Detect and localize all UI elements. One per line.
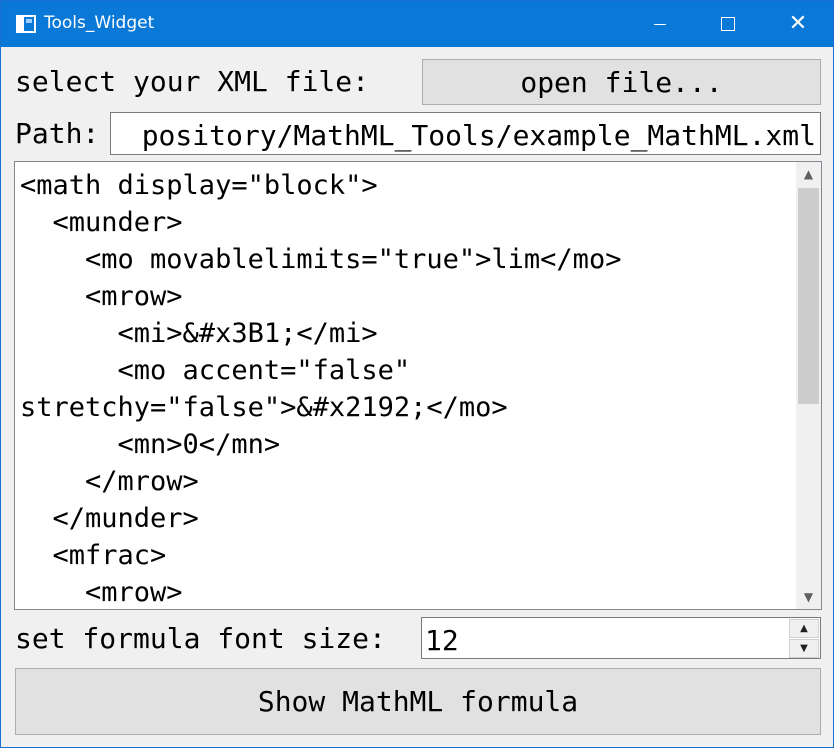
scroll-thumb[interactable]: [798, 188, 819, 404]
select-file-label: select your XML file:: [15, 65, 370, 98]
code-line: <mn>0</mn>: [20, 429, 281, 460]
xml-content[interactable]: <math display="block"> <munder> <mo mova…: [20, 167, 792, 609]
close-icon: ✕: [788, 11, 808, 36]
maximize-button[interactable]: [693, 1, 763, 47]
close-button[interactable]: ✕: [763, 1, 833, 47]
path-label: Path:: [15, 117, 100, 150]
font-size-label: set formula font size:: [15, 622, 386, 655]
code-line: <mo accent="false": [20, 355, 411, 386]
minimize-icon: [654, 23, 666, 25]
scroll-up-arrow-icon[interactable]: ▲: [796, 162, 821, 186]
code-line: <mfrac>: [20, 540, 167, 571]
spin-down-arrow-icon[interactable]: ▼: [789, 639, 819, 658]
code-line: <mrow>: [20, 577, 183, 608]
font-size-spinbox[interactable]: 12 ▲ ▼: [421, 617, 821, 659]
open-file-button[interactable]: open file...: [422, 59, 821, 105]
path-input[interactable]: pository/MathML_Tools/example_MathML.xml: [110, 112, 821, 155]
code-line: </munder>: [20, 503, 199, 534]
xml-text-editor[interactable]: <math display="block"> <munder> <mo mova…: [14, 161, 822, 610]
spin-up-arrow-icon[interactable]: ▲: [789, 619, 819, 638]
code-line: <mo movablelimits="true">lim</mo>: [20, 244, 622, 275]
code-line: </mrow>: [20, 466, 199, 497]
font-size-value[interactable]: 12: [425, 624, 459, 657]
tools-widget-window: Tools_Widget ✕ select your XML file: ope…: [0, 0, 834, 748]
code-line: <mi>&#x3B1;</mi>: [20, 318, 378, 349]
code-line: <mrow>: [20, 281, 183, 312]
show-mathml-formula-button[interactable]: Show MathML formula: [15, 668, 821, 735]
minimize-button[interactable]: [625, 1, 695, 47]
maximize-icon: [721, 17, 735, 31]
path-value: pository/MathML_Tools/example_MathML.xml: [141, 119, 816, 152]
code-line: stretchy="false">&#x2192;</mo>: [20, 392, 508, 423]
scroll-down-arrow-icon[interactable]: ▼: [796, 585, 821, 609]
code-line: <munder>: [20, 207, 183, 238]
vertical-scrollbar[interactable]: ▲ ▼: [796, 162, 821, 609]
code-line: <math display="block">: [20, 170, 378, 201]
title-bar[interactable]: Tools_Widget ✕: [1, 1, 833, 47]
app-icon: [16, 15, 36, 33]
window-title: Tools_Widget: [44, 13, 155, 33]
